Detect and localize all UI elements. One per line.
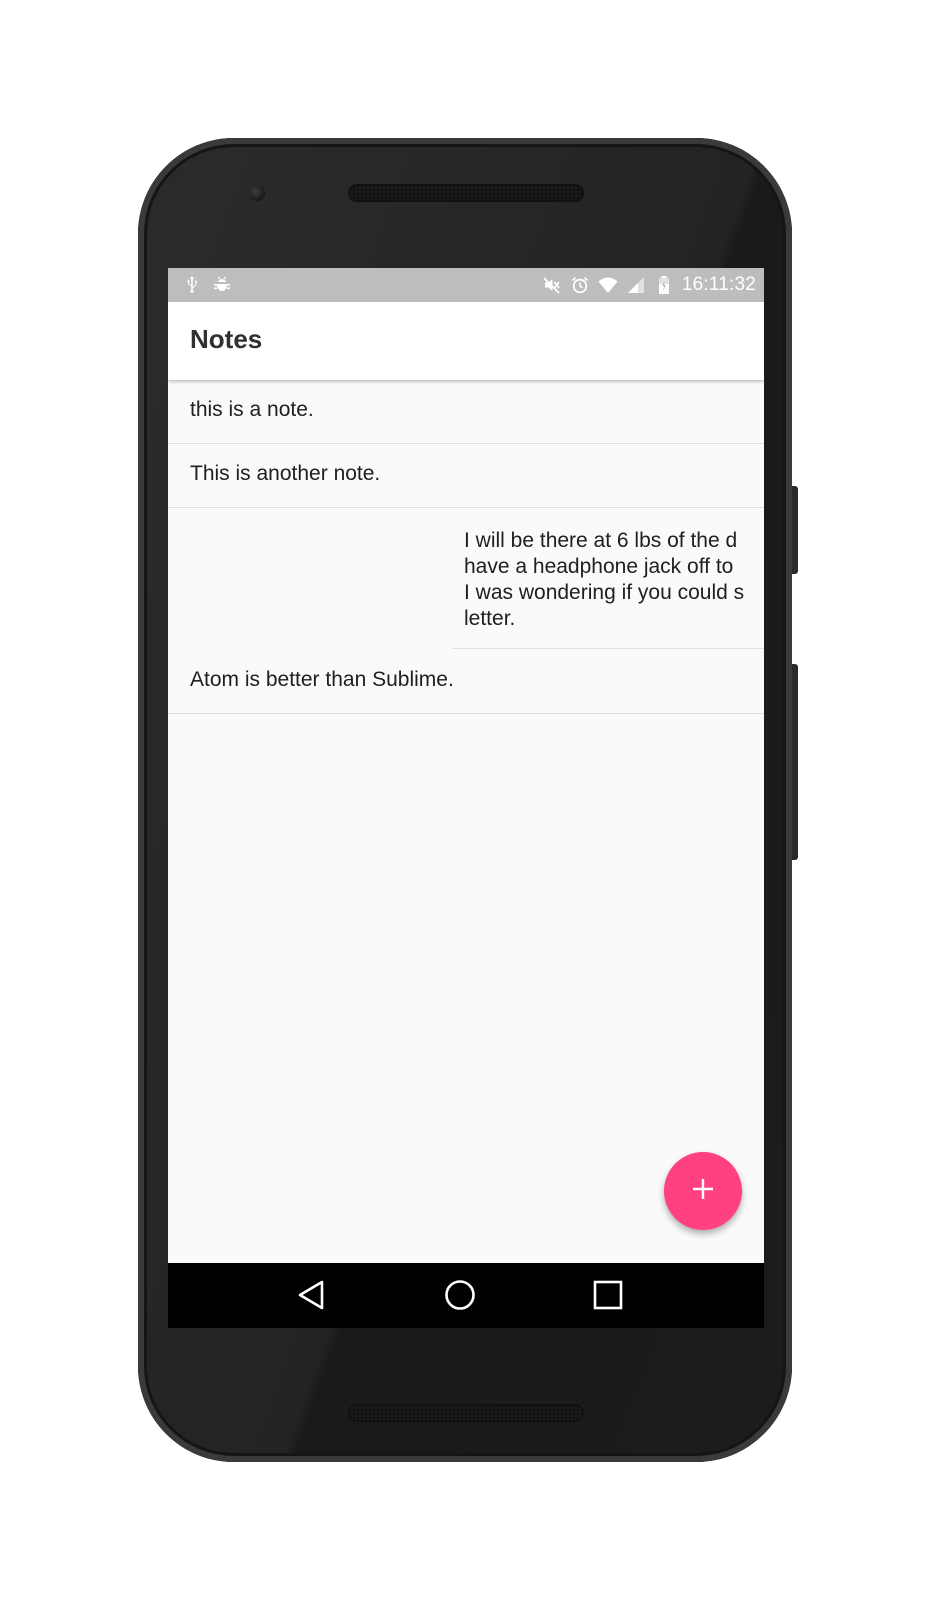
usb-icon <box>182 274 202 294</box>
list-item[interactable]: This is another note. <box>168 444 764 508</box>
top-speaker <box>348 184 584 202</box>
power-button <box>792 486 798 574</box>
navigation-bar <box>168 1263 764 1328</box>
page-title: Notes <box>190 324 263 354</box>
note-text: This is another note. <box>190 462 381 485</box>
home-button[interactable] <box>440 1277 480 1317</box>
volume-button <box>792 664 798 860</box>
wifi-icon <box>598 275 618 295</box>
android-debug-icon <box>212 274 232 294</box>
mute-icon <box>542 275 562 295</box>
signal-icon <box>626 275 646 295</box>
note-text: I will be there at 6 lbs of the d have a… <box>464 529 745 630</box>
note-list: this is a note. This is another note. I … <box>168 380 764 714</box>
recent-apps-icon <box>590 1277 626 1318</box>
status-time: 16:11:32 <box>681 274 756 295</box>
recent-apps-button[interactable] <box>588 1277 628 1317</box>
list-item[interactable]: I will be there at 6 lbs of the d have a… <box>168 508 764 650</box>
alarm-icon <box>570 275 590 295</box>
plus-icon <box>690 1176 716 1207</box>
back-icon <box>294 1277 330 1318</box>
app-bar: Notes <box>168 302 764 380</box>
bottom-speaker <box>348 1404 584 1422</box>
note-text: Atom is better than Sublime. <box>190 668 454 691</box>
list-item[interactable]: Atom is better than Sublime. <box>168 650 764 714</box>
list-item[interactable]: this is a note. <box>168 380 764 444</box>
add-note-button[interactable] <box>664 1152 742 1230</box>
home-icon <box>442 1277 478 1318</box>
back-button[interactable] <box>292 1277 332 1317</box>
note-swiped-content[interactable]: I will be there at 6 lbs of the d have a… <box>452 508 764 649</box>
screen: 16:11:32 Notes this is a note. This is a… <box>168 268 764 1328</box>
status-bar: 16:11:32 <box>168 268 764 302</box>
battery-icon <box>654 275 674 295</box>
front-camera <box>249 185 265 201</box>
note-text: this is a note. <box>190 398 314 421</box>
